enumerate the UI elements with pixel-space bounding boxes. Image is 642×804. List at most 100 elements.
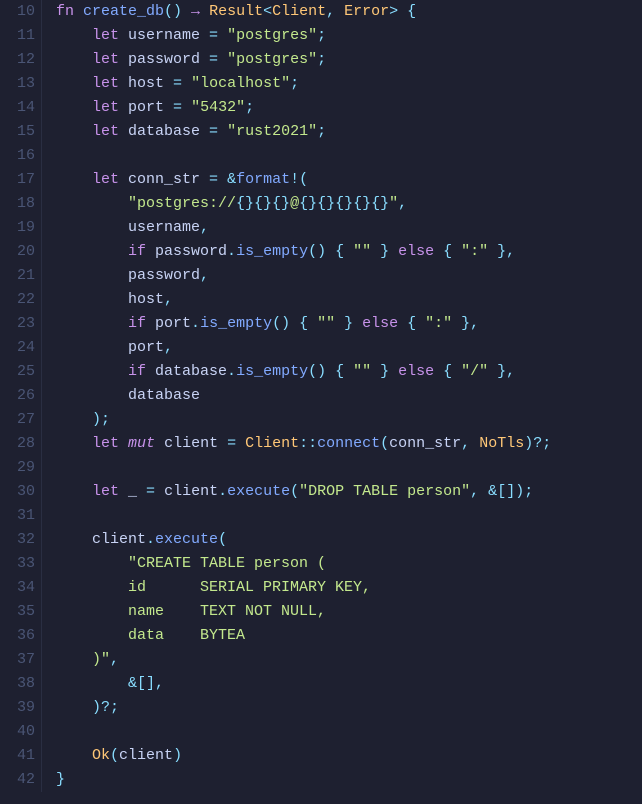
token (56, 219, 128, 236)
token: client (119, 747, 173, 764)
token: )" (92, 651, 110, 668)
code-area[interactable]: fn create_db() → Result<Client, Error> {… (42, 0, 642, 792)
token: () { (308, 363, 353, 380)
token: "5432" (191, 99, 245, 116)
token: else (398, 363, 434, 380)
token: is_empty (236, 363, 308, 380)
token (155, 435, 164, 452)
code-line: "CREATE TABLE person ( (56, 552, 642, 576)
token (56, 27, 92, 44)
code-line: username, (56, 216, 642, 240)
token: , (164, 291, 173, 308)
token: < (263, 3, 272, 20)
token: = (200, 27, 227, 44)
token: else (398, 243, 434, 260)
token: is_empty (236, 243, 308, 260)
line-number: 31 (0, 504, 35, 528)
token: = (164, 99, 191, 116)
token: ( (110, 747, 119, 764)
token: execute (155, 531, 218, 548)
token: "DROP TABLE person" (299, 483, 470, 500)
token: id SERIAL PRIMARY KEY, (128, 579, 371, 596)
token (56, 555, 128, 572)
token: if (128, 315, 155, 332)
token (56, 531, 92, 548)
code-line: id SERIAL PRIMARY KEY, (56, 576, 642, 600)
code-line: data BYTEA (56, 624, 642, 648)
token: ; (290, 75, 299, 92)
token: {}{}{}{}{} (299, 195, 389, 212)
token (56, 363, 128, 380)
line-number: 14 (0, 96, 35, 120)
token (56, 651, 92, 668)
code-line: let host = "localhost"; (56, 72, 642, 96)
line-number: 22 (0, 288, 35, 312)
line-number: 33 (0, 552, 35, 576)
token: password (155, 243, 227, 260)
code-line: let password = "postgres"; (56, 48, 642, 72)
line-number: 36 (0, 624, 35, 648)
token: password (128, 51, 200, 68)
code-line: )", (56, 648, 642, 672)
token: let (92, 435, 128, 452)
line-number: 35 (0, 600, 35, 624)
token: . (191, 315, 200, 332)
token (56, 99, 92, 116)
code-line: if port.is_empty() { "" } else { ":" }, (56, 312, 642, 336)
token: , (326, 3, 344, 20)
code-line: fn create_db() → Result<Client, Error> { (56, 0, 642, 24)
token: , (398, 195, 407, 212)
token (56, 267, 128, 284)
token: > { (389, 3, 416, 20)
token: "postgres" (227, 27, 317, 44)
token: {}{}{} (236, 195, 290, 212)
line-number: 30 (0, 480, 35, 504)
code-line (56, 720, 642, 744)
token: execute (227, 483, 290, 500)
code-line: host, (56, 288, 642, 312)
token (56, 699, 92, 716)
line-number: 37 (0, 648, 35, 672)
line-number: 17 (0, 168, 35, 192)
line-number: 41 (0, 744, 35, 768)
token (56, 579, 128, 596)
token (56, 315, 128, 332)
token: "postgres" (227, 51, 317, 68)
code-line: let database = "rust2021"; (56, 120, 642, 144)
line-number: 16 (0, 144, 35, 168)
line-number: 15 (0, 120, 35, 144)
token: = (218, 435, 245, 452)
token: ? (101, 699, 110, 716)
token: name TEXT NOT NULL, (128, 603, 326, 620)
line-number-gutter: 1011121314151617181920212223242526272829… (0, 0, 42, 792)
token: ":" (461, 243, 488, 260)
code-line: if database.is_empty() { "" } else { "/"… (56, 360, 642, 384)
token: & (227, 171, 236, 188)
code-line: let port = "5432"; (56, 96, 642, 120)
token: database (128, 387, 200, 404)
token: , (200, 219, 209, 236)
token: host (128, 75, 164, 92)
token: let (92, 75, 128, 92)
token: "localhost" (191, 75, 290, 92)
code-line: database (56, 384, 642, 408)
token: " (389, 195, 398, 212)
token (56, 483, 92, 500)
token: & (128, 675, 137, 692)
token: database (128, 123, 200, 140)
line-number: 13 (0, 72, 35, 96)
token: conn_str (128, 171, 200, 188)
token (200, 3, 209, 20)
token (56, 171, 92, 188)
token: _ (128, 483, 137, 500)
code-line: ); (56, 408, 642, 432)
token: () (164, 3, 191, 20)
token: } (335, 315, 362, 332)
token: host (128, 291, 164, 308)
token: = (200, 171, 227, 188)
code-line: client.execute( (56, 528, 642, 552)
token: client (164, 483, 218, 500)
token (56, 675, 128, 692)
token: , (200, 267, 209, 284)
token: Result (209, 3, 263, 20)
